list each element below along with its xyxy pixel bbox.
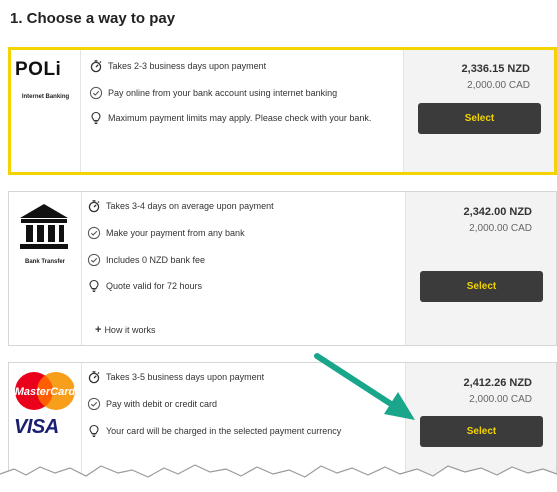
- mastercard-logo: MasterCard: [15, 372, 76, 410]
- price-nzd: 2,412.26 NZD: [463, 377, 532, 389]
- price-nzd: 2,342.00 NZD: [463, 206, 532, 218]
- price-cad: 2,000.00 CAD: [467, 80, 530, 91]
- how-it-works-label: How it works: [104, 325, 156, 335]
- price-cad: 2,000.00 CAD: [469, 223, 532, 234]
- feature-text: Make your payment from any bank: [106, 228, 245, 238]
- torn-edge-divider: [0, 464, 557, 492]
- check-circle-icon: [89, 86, 103, 100]
- payment-option-poli[interactable]: POLi Internet Banking Takes 2-3 business…: [8, 47, 557, 175]
- select-poli-button[interactable]: Select: [418, 103, 541, 134]
- bank-logo-caption: Bank Transfer: [24, 259, 66, 265]
- lightbulb-icon: [87, 424, 101, 438]
- poli-price-panel: 2,336.15 NZD 2,000.00 CAD Select: [403, 50, 554, 172]
- lightbulb-icon: [89, 111, 103, 125]
- poli-logo: POLi: [15, 59, 62, 80]
- select-card-button[interactable]: Select: [420, 416, 543, 447]
- lightbulb-icon: [87, 279, 101, 293]
- bank-features: Takes 3-4 days on average upon payment M…: [87, 192, 406, 345]
- feature-text: Includes 0 NZD bank fee: [106, 255, 206, 265]
- feature-text: Maximum payment limits may apply. Please…: [108, 113, 372, 123]
- poli-logo-area: POLi Internet Banking: [11, 50, 81, 172]
- feature-text: Pay with debit or credit card: [106, 399, 218, 409]
- mastercard-wordmark: MasterCard: [15, 386, 76, 398]
- bank-price-panel: 2,342.00 NZD 2,000.00 CAD Select: [405, 192, 556, 345]
- check-circle-icon: [87, 226, 101, 240]
- how-it-works-link[interactable]: + How it works: [95, 324, 155, 336]
- feature-text: Takes 3-4 days on average upon payment: [106, 201, 274, 211]
- plus-icon: +: [95, 324, 102, 336]
- bank-icon: [20, 204, 68, 249]
- visa-logo: VISA: [14, 416, 59, 438]
- stopwatch-icon: [87, 370, 101, 384]
- price-cad: 2,000.00 CAD: [469, 394, 532, 405]
- poli-logo-caption: Internet Banking: [21, 94, 70, 100]
- stopwatch-icon: [89, 59, 103, 73]
- check-circle-icon: [87, 397, 101, 411]
- feature-text: Takes 3-5 business days upon payment: [106, 372, 265, 382]
- select-bank-transfer-button[interactable]: Select: [420, 271, 543, 302]
- stopwatch-icon: [87, 199, 101, 213]
- poli-features: Takes 2-3 business days upon payment Pay…: [89, 50, 404, 172]
- check-circle-icon: [87, 253, 101, 267]
- feature-text: Takes 2-3 business days upon payment: [108, 61, 267, 71]
- feature-text: Quote valid for 72 hours: [106, 281, 203, 291]
- feature-text: Your card will be charged in the selecte…: [106, 426, 342, 436]
- price-nzd: 2,336.15 NZD: [461, 63, 530, 75]
- payment-option-bank-transfer[interactable]: Bank Transfer Takes 3-4 days on average …: [8, 191, 557, 346]
- feature-text: Pay online from your bank account using …: [108, 88, 338, 98]
- page-title: 1. Choose a way to pay: [10, 10, 176, 27]
- bank-logo-area: Bank Transfer: [9, 192, 82, 345]
